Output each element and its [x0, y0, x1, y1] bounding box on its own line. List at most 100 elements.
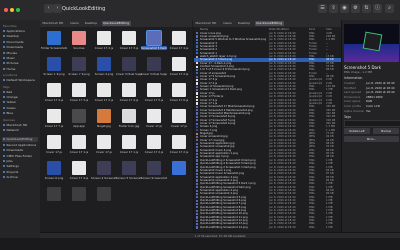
zoom-window-button[interactable]: [16, 8, 20, 12]
file-tile[interactable]: Folder Screenshots: [41, 30, 67, 55]
file-tile[interactable]: Cover 17 2.js: [168, 56, 190, 81]
file-tile[interactable]: Screen 4 Screenshot 1: [91, 160, 117, 185]
sidebar-item[interactable]: Applications: [2, 29, 38, 34]
back-button[interactable]: ‹: [44, 4, 53, 13]
close-window-button[interactable]: [4, 8, 8, 12]
file-tile[interactable]: Cover 17 4.js: [43, 82, 65, 107]
sidebar-item[interactable]: Macintosh HD: [2, 123, 38, 128]
action-gear-icon[interactable]: ⚙: [351, 4, 360, 13]
sidebar-item[interactable]: Yellow: [2, 100, 38, 105]
file-tile[interactable]: Cover 17 3.js: [118, 30, 140, 55]
file-tile[interactable]: Sources: [68, 30, 90, 55]
file-tile[interactable]: Screen Screenshot 2 6.js: [141, 160, 167, 185]
more-button[interactable]: More...: [344, 136, 399, 142]
share-icon[interactable]: ⇪: [329, 4, 338, 13]
file-tile[interactable]: Cover 17 2.js: [93, 30, 115, 55]
minimize-window-button[interactable]: [10, 8, 14, 12]
folder-icon: [3, 67, 5, 70]
file-tile[interactable]: Screen 4.png: [93, 56, 115, 81]
file-tile[interactable]: Cover 17 5.js: [143, 82, 165, 107]
file-tile[interactable]: Cover 17 2.js: [143, 134, 165, 159]
file-tile[interactable]: Cover 17 4.js: [68, 160, 90, 185]
column-header[interactable]: Kind: [309, 27, 315, 31]
sidebar-item[interactable]: CMIC Files Folder: [2, 154, 38, 159]
path-tab[interactable]: Users: [222, 21, 233, 26]
file-tile[interactable]: [168, 160, 190, 185]
column-header[interactable]: Size: [326, 27, 332, 31]
view-options-icon[interactable]: ☰: [318, 4, 327, 13]
file-tile[interactable]: Screen 6.png: [43, 160, 65, 185]
file-tile[interactable]: Cover 17 2.js: [168, 134, 190, 159]
file-tile[interactable]: Cover 17 4.js: [118, 82, 140, 107]
sidebar-item[interactable]: Default Workspace: [2, 78, 38, 83]
tag-icon[interactable]: ◉: [340, 4, 349, 13]
sidebar-item[interactable]: Downloads: [2, 148, 38, 153]
path-tab[interactable]: Desktop: [236, 21, 251, 26]
rotate-left-button[interactable]: Rotate Left: [344, 128, 370, 134]
file-tile[interactable]: Screen 7 6.png: [68, 56, 90, 81]
sidebar-item[interactable]: Music: [2, 56, 38, 61]
file-tile[interactable]: [93, 186, 115, 211]
file-tile[interactable]: Cover 17 1.js: [68, 134, 90, 159]
table-row[interactable]: QuickLookEditing Screenshot 14.png Jun 8,…: [194, 226, 342, 229]
file-tile[interactable]: Cover 17.js: [168, 108, 190, 133]
column-header[interactable]: Date Modified: [269, 27, 289, 31]
sidebar-item-label: Blue: [6, 111, 14, 116]
sidebar-item[interactable]: Home: [2, 67, 38, 72]
path-tab[interactable]: QuickLookEditing: [101, 21, 131, 26]
sort-icon[interactable]: ⇅: [362, 4, 371, 13]
file-tile[interactable]: Cover 17 2.js: [93, 82, 115, 107]
file-tile[interactable]: Nuget.jpg: [93, 108, 115, 133]
search-icon[interactable]: ⌕: [385, 4, 394, 13]
file-thumbnail-icon: [72, 187, 86, 201]
sidebar-item[interactable]: Jobs: [2, 159, 38, 164]
file-tile[interactable]: Cover 17 4.js: [168, 30, 190, 55]
column-header[interactable]: Name: [200, 27, 208, 31]
path-tab[interactable]: QuickLookEditing: [254, 21, 284, 26]
file-tile[interactable]: Cover 17 1.js: [118, 134, 140, 159]
sidebar-item[interactable]: Archive: [2, 175, 38, 180]
sidebar-item[interactable]: Network: [2, 128, 38, 133]
file-thumbnail-icon: [72, 161, 86, 175]
file-tile[interactable]: [43, 186, 65, 211]
file-tile[interactable]: Cover 17.js: [43, 134, 65, 159]
file-tile[interactable]: Cover Virtual Support.mov: [141, 56, 167, 81]
sidebar-item[interactable]: Downloads: [2, 45, 38, 50]
path-tab[interactable]: Users: [69, 21, 80, 26]
file-tile[interactable]: Screenshot 5 Dark: [141, 30, 167, 55]
file-tile[interactable]: Finder Icon.jpg: [118, 108, 140, 133]
sidebar-item[interactable]: Documents: [2, 40, 38, 45]
file-tile[interactable]: Screen 1 6.png: [43, 56, 65, 81]
sidebar-item[interactable]: Blue: [2, 111, 38, 116]
path-tab[interactable]: Macintosh HD: [41, 21, 65, 26]
preview-image-object: [362, 31, 383, 52]
tags-field[interactable]: [344, 120, 400, 127]
file-tile[interactable]: [68, 186, 90, 211]
file-tile[interactable]: Cover 17.js: [93, 134, 115, 159]
path-tab[interactable]: Desktop: [83, 21, 98, 26]
sidebar-item[interactable]: Projects: [2, 170, 38, 175]
info-icon[interactable]: ⓘ: [373, 4, 382, 13]
file-tile[interactable]: Cover 17 7.js: [43, 108, 65, 133]
file-tile[interactable]: Cover 17 3.js: [68, 82, 90, 107]
sidebar-item[interactable]: Red: [2, 90, 38, 95]
sidebar-item[interactable]: Pictures: [2, 61, 38, 66]
markup-button[interactable]: Markup: [373, 128, 399, 134]
sidebar-item[interactable]: Settings: [2, 164, 38, 169]
folder-icon: [3, 79, 5, 82]
file-tile[interactable]: Cover 17.js: [143, 108, 165, 133]
folder-icon: [3, 90, 5, 93]
file-tile[interactable]: Screen 5 Screenshot: [116, 160, 142, 185]
sidebar-item[interactable]: Orange: [2, 95, 38, 100]
file-tile[interactable]: Cover Virtual Support.mp4: [116, 56, 142, 81]
sidebar-item[interactable]: Green: [2, 106, 38, 111]
sidebar-item[interactable]: Recent Applications: [2, 143, 38, 148]
sidebar-item[interactable]: QuickLookEditing: [2, 137, 38, 143]
file-tile-label: Cover 17 4.js: [44, 98, 64, 102]
sidebar-item[interactable]: Desktop: [2, 34, 38, 39]
file-tile[interactable]: App.app: [68, 108, 90, 133]
forward-button[interactable]: ›: [53, 4, 62, 13]
path-tab[interactable]: Macintosh HD: [194, 21, 218, 26]
file-tile[interactable]: Cover 17 6.js: [168, 82, 190, 107]
sidebar-item[interactable]: Movies: [2, 51, 38, 56]
